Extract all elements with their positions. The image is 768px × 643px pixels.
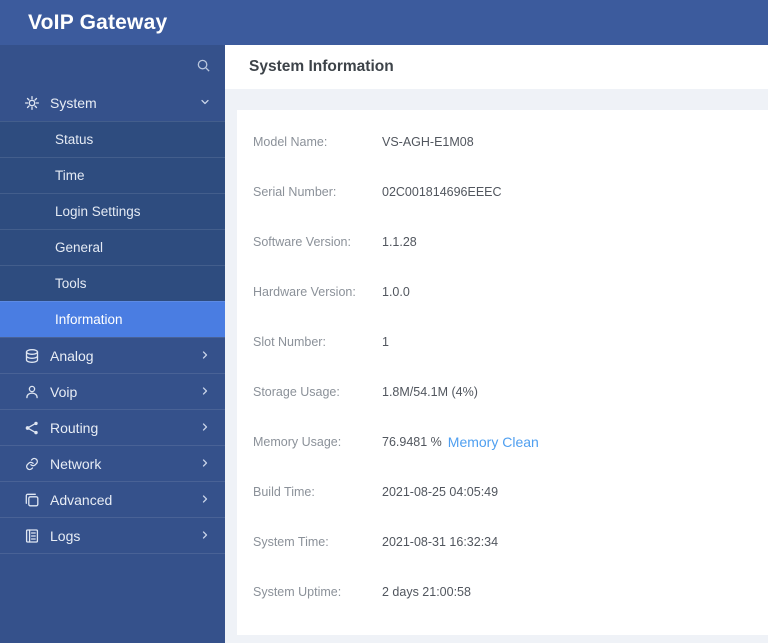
system-submenu: Status Time Login Settings General Tools… [0, 121, 225, 337]
sidebar-item-label: Analog [50, 347, 94, 364]
sidebar-subitem-login-settings[interactable]: Login Settings [0, 193, 225, 229]
layout: System Status Time Login Settings Genera… [0, 45, 768, 643]
sidebar-item-routing[interactable]: Routing [0, 409, 225, 445]
field-row-build-time: Build Time: 2021-08-25 04:05:49 [253, 467, 768, 517]
chevron-right-icon [199, 528, 211, 544]
chevron-right-icon [199, 384, 211, 400]
subitem-label: Status [55, 132, 94, 147]
sidebar-filler [0, 553, 225, 643]
subitem-label: Tools [55, 276, 87, 291]
sidebar-subitem-information[interactable]: Information [0, 301, 225, 337]
field-value: 1.1.28 [382, 235, 417, 249]
log-icon [24, 528, 40, 544]
chevron-right-icon [199, 456, 211, 472]
sidebar-search-row [0, 45, 225, 85]
field-value: 2 days 21:00:58 [382, 585, 471, 599]
subitem-label: Information [55, 312, 123, 327]
field-label: Software Version: [253, 235, 351, 249]
field-row-serial-number: Serial Number: 02C001814696EEEC [253, 167, 768, 217]
sidebar-subitem-tools[interactable]: Tools [0, 265, 225, 301]
system-info-card: Model Name: VS-AGH-E1M08 Serial Number: … [237, 110, 768, 635]
chevron-right-icon [199, 420, 211, 436]
subitem-label: General [55, 240, 104, 255]
field-label: Model Name: [253, 135, 328, 149]
field-value: VS-AGH-E1M08 [382, 135, 474, 149]
field-label: System Time: [253, 535, 329, 549]
chevron-down-icon [199, 95, 211, 111]
sidebar-item-label: System [50, 95, 97, 111]
page-title: System Information [249, 58, 394, 75]
field-row-storage-usage: Storage Usage: 1.8M/54.1M (4%) [253, 367, 768, 417]
sidebar-subitem-status[interactable]: Status [0, 121, 225, 157]
field-row-slot-number: Slot Number: 1 [253, 317, 768, 367]
field-label: Slot Number: [253, 335, 326, 349]
subitem-label: Time [55, 168, 85, 183]
sidebar-subitem-time[interactable]: Time [0, 157, 225, 193]
memory-clean-link[interactable]: Memory Clean [448, 434, 539, 450]
field-value: 02C001814696EEEC [382, 185, 502, 199]
sidebar-item-label: Routing [50, 419, 99, 436]
sidebar-item-analog[interactable]: Analog [0, 337, 225, 373]
sidebar-subitem-general[interactable]: General [0, 229, 225, 265]
field-label: Hardware Version: [253, 285, 356, 299]
link-icon [24, 456, 40, 472]
field-value: 1.8M/54.1M (4%) [382, 385, 478, 399]
chevron-right-icon [199, 492, 211, 508]
field-value: 2021-08-31 16:32:34 [382, 535, 499, 549]
sidebar-item-label: Network [50, 455, 102, 472]
field-value: 2021-08-25 04:05:49 [382, 485, 499, 499]
share-icon [24, 420, 40, 436]
field-value: 76.9481 % [382, 435, 442, 449]
field-row-system-uptime: System Uptime: 2 days 21:00:58 [253, 567, 768, 617]
sidebar-item-network[interactable]: Network [0, 445, 225, 481]
chevron-right-icon [199, 348, 211, 364]
field-label: Memory Usage: [253, 435, 342, 449]
database-icon [24, 348, 40, 364]
sidebar-item-logs[interactable]: Logs [0, 517, 225, 553]
field-row-memory-usage: Memory Usage: 76.9481 % Memory Clean [253, 417, 768, 467]
page-titlebar: System Information [225, 45, 768, 89]
search-icon[interactable] [196, 58, 211, 73]
field-value: 1 [382, 335, 389, 349]
field-row-system-time: System Time: 2021-08-31 16:32:34 [253, 517, 768, 567]
subitem-label: Login Settings [55, 204, 141, 219]
sidebar-item-voip[interactable]: Voip [0, 373, 225, 409]
sidebar-item-advanced[interactable]: Advanced [0, 481, 225, 517]
sidebar-item-label: Voip [50, 383, 78, 400]
field-value: 1.0.0 [382, 285, 410, 299]
gear-icon [24, 95, 40, 111]
field-label: Build Time: [253, 485, 315, 499]
app-header: VoIP Gateway [0, 0, 768, 45]
app-title: VoIP Gateway [28, 10, 168, 34]
field-row-software-version: Software Version: 1.1.28 [253, 217, 768, 267]
field-label: System Uptime: [253, 585, 342, 599]
sidebar: System Status Time Login Settings Genera… [0, 45, 225, 643]
user-icon [24, 384, 40, 400]
copy-icon [24, 492, 40, 508]
field-row-model-name: Model Name: VS-AGH-E1M08 [253, 117, 768, 167]
field-row-hardware-version: Hardware Version: 1.0.0 [253, 267, 768, 317]
main-area: System Information Model Name: VS-AGH-E1… [225, 45, 768, 643]
field-label: Serial Number: [253, 185, 337, 199]
content: Model Name: VS-AGH-E1M08 Serial Number: … [225, 89, 768, 643]
sidebar-item-label: Logs [50, 527, 81, 544]
field-label: Storage Usage: [253, 385, 340, 399]
sidebar-item-system[interactable]: System [0, 85, 225, 121]
sidebar-item-label: Advanced [50, 491, 113, 508]
